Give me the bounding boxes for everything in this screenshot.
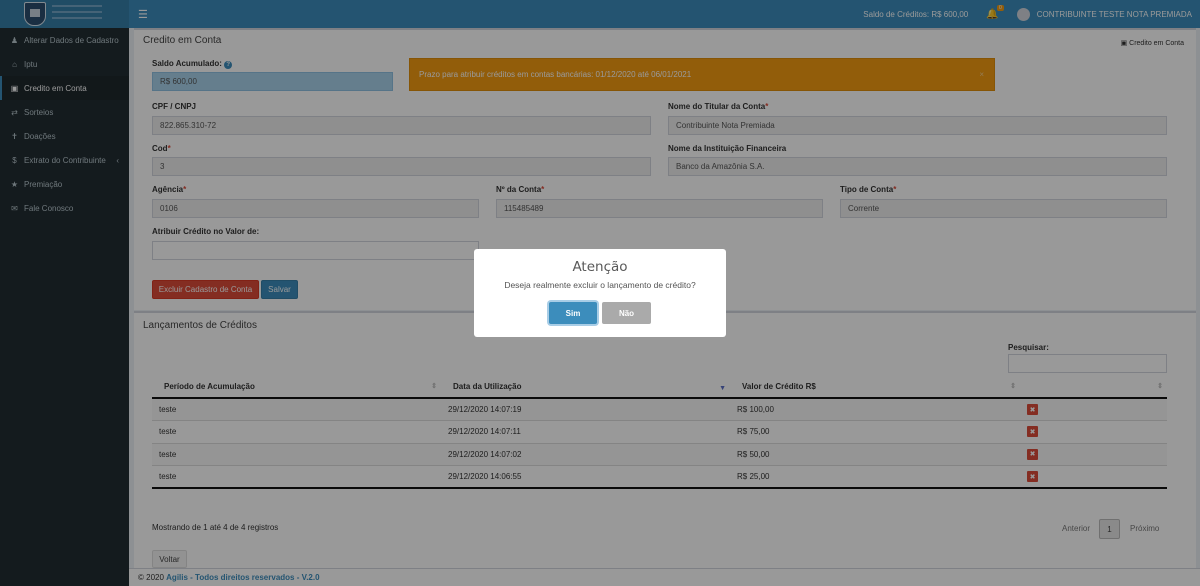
modal-title: Atenção <box>572 259 628 275</box>
nao-button[interactable]: Não <box>602 302 651 324</box>
sim-button[interactable]: Sim <box>549 302 597 324</box>
confirm-modal: Atenção Deseja realmente excluir o lança… <box>474 249 726 337</box>
modal-text: Deseja realmente excluir o lançamento de… <box>504 280 696 290</box>
